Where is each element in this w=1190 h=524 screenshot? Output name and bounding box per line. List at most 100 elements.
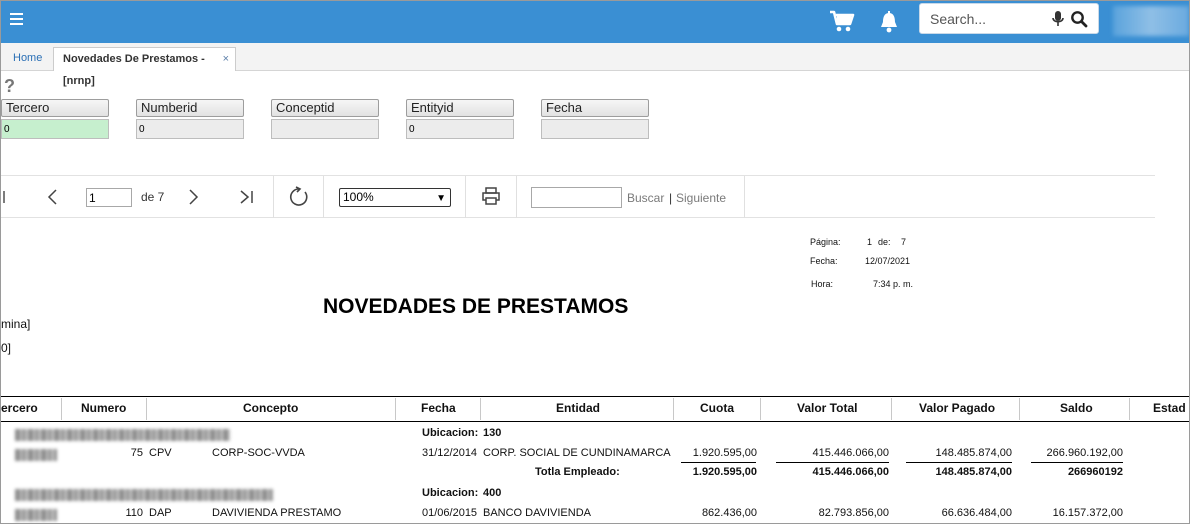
time-value: 7:34 p. m.	[873, 279, 914, 289]
user-avatar[interactable]	[1113, 6, 1189, 36]
col-estado: Estad	[1153, 401, 1186, 415]
search-input[interactable]	[930, 10, 1050, 28]
tab-home[interactable]: Home	[7, 47, 48, 71]
total-valor-total: 415.446.066,00	[812, 466, 889, 478]
param-label: Entityid	[406, 99, 514, 117]
toolbar-divider	[465, 176, 466, 218]
col-valor-total: Valor Total	[797, 401, 858, 415]
bell-icon[interactable]	[878, 10, 900, 34]
microphone-icon[interactable]	[1051, 10, 1065, 28]
param-label: Fecha	[541, 99, 649, 117]
search-icon[interactable]	[1070, 10, 1088, 28]
row-numero: 110	[125, 507, 143, 519]
zoom-value: 100%	[343, 190, 374, 204]
row-valor-pagado: 66.636.484,00	[941, 507, 1012, 519]
of-label: de:	[878, 237, 891, 247]
column-divider	[1129, 398, 1130, 420]
global-search	[919, 3, 1099, 34]
tab-novedades-prestamos[interactable]: Novedades De Prestamos -[nrnp] ×	[53, 47, 236, 87]
column-divider	[673, 398, 674, 420]
col-tercero: ercero	[1, 401, 38, 415]
row-concepto: CORP-SOC-VVDA	[212, 447, 305, 459]
fecha-field[interactable]	[541, 119, 649, 139]
param-tercero: Tercero	[1, 99, 109, 139]
menu-icon[interactable]	[10, 13, 24, 27]
subtotal-rule	[906, 462, 1012, 463]
param-label: Numberid	[136, 99, 244, 117]
param-conceptid: Conceptid	[271, 99, 379, 139]
cart-icon[interactable]	[829, 9, 855, 33]
location-label: Ubicacion:	[422, 427, 479, 439]
date-label: Fecha:	[810, 256, 838, 266]
tab-label: Novedades De Prestamos -[nrnp]	[63, 53, 205, 87]
column-divider	[891, 398, 892, 420]
page-value: 1	[867, 237, 873, 247]
last-page-icon[interactable]	[239, 188, 255, 206]
help-icon[interactable]: ?	[4, 76, 15, 97]
find-next-button[interactable]: Siguiente	[676, 191, 726, 205]
total-cuota: 1.920.595,00	[692, 466, 757, 478]
row-valor-total: 415.446.066,00	[812, 447, 889, 459]
total-label: Totla Empleado:	[535, 466, 620, 478]
entityid-field[interactable]	[406, 119, 514, 139]
report-subtitle-2: 0]	[1, 341, 12, 355]
time-label: Hora:	[811, 279, 834, 289]
page-count: de 7	[141, 190, 165, 204]
column-divider	[480, 398, 481, 420]
tab-bar: Home Novedades De Prestamos -[nrnp] ×	[1, 43, 1189, 87]
row-concepto: DAVIVIENDA PRESTAMO	[212, 507, 342, 519]
row-cuota: 1.920.595,00	[692, 447, 757, 459]
close-icon[interactable]: ×	[223, 48, 229, 70]
col-numero: Numero	[81, 401, 127, 415]
report-subtitle-1: mina]	[1, 317, 31, 331]
column-divider	[760, 398, 761, 420]
location-value: 130	[483, 427, 502, 439]
location-label: Ubicacion:	[422, 487, 479, 499]
toolbar-divider	[744, 176, 745, 218]
find-input[interactable]	[531, 187, 622, 208]
print-icon[interactable]	[481, 186, 501, 206]
redacted-employee-name	[15, 429, 230, 441]
col-valor-pagado: Valor Pagado	[919, 401, 996, 415]
row-valor-total: 82.793.856,00	[818, 507, 889, 519]
subtotal-rule	[681, 462, 756, 463]
row-concepto-code: CPV	[149, 447, 172, 459]
report-title: NOVEDADES DE PRESTAMOS	[323, 295, 629, 318]
row-fecha: 31/12/2014	[422, 447, 478, 459]
report-toolbar: de 7 100% ▼ Buscar | Siguiente	[1, 175, 1155, 218]
col-entidad: Entidad	[556, 401, 600, 415]
find-button[interactable]: Buscar	[627, 191, 664, 205]
param-numberid: Numberid	[136, 99, 244, 139]
subtotal-rule	[1031, 462, 1123, 463]
row-saldo: 16.157.372,00	[1052, 507, 1123, 519]
conceptid-field[interactable]	[271, 119, 379, 139]
column-divider	[1019, 398, 1020, 420]
tercero-field[interactable]	[1, 119, 109, 139]
row-saldo: 266.960.192,00	[1046, 447, 1123, 459]
table-header-border	[1, 396, 1189, 397]
col-fecha: Fecha	[421, 401, 456, 415]
column-divider	[61, 398, 62, 420]
page-number-input[interactable]	[86, 188, 132, 207]
redacted-employee-name	[15, 489, 273, 501]
zoom-select[interactable]: 100% ▼	[339, 188, 451, 207]
total-saldo: 266960192	[1067, 466, 1123, 478]
redacted-id	[15, 509, 57, 521]
row-numero: 75	[130, 447, 143, 459]
previous-page-icon[interactable]	[46, 188, 58, 206]
total-valor-pagado: 148.485.874,00	[935, 466, 1012, 478]
refresh-icon[interactable]	[288, 186, 310, 208]
first-page-icon[interactable]	[1, 189, 9, 205]
param-entityid: Entityid	[406, 99, 514, 139]
column-divider	[395, 398, 396, 420]
param-fecha: Fecha	[541, 99, 649, 139]
toolbar-divider	[323, 176, 324, 218]
toolbar-divider	[516, 176, 517, 218]
next-page-icon[interactable]	[188, 188, 200, 206]
redacted-id	[15, 449, 57, 461]
date-value: 12/07/2021	[865, 256, 911, 266]
toolbar-divider	[273, 176, 274, 218]
numberid-field[interactable]	[136, 119, 244, 139]
row-valor-pagado: 148.485.874,00	[935, 447, 1012, 459]
chevron-down-icon: ▼	[436, 193, 446, 204]
